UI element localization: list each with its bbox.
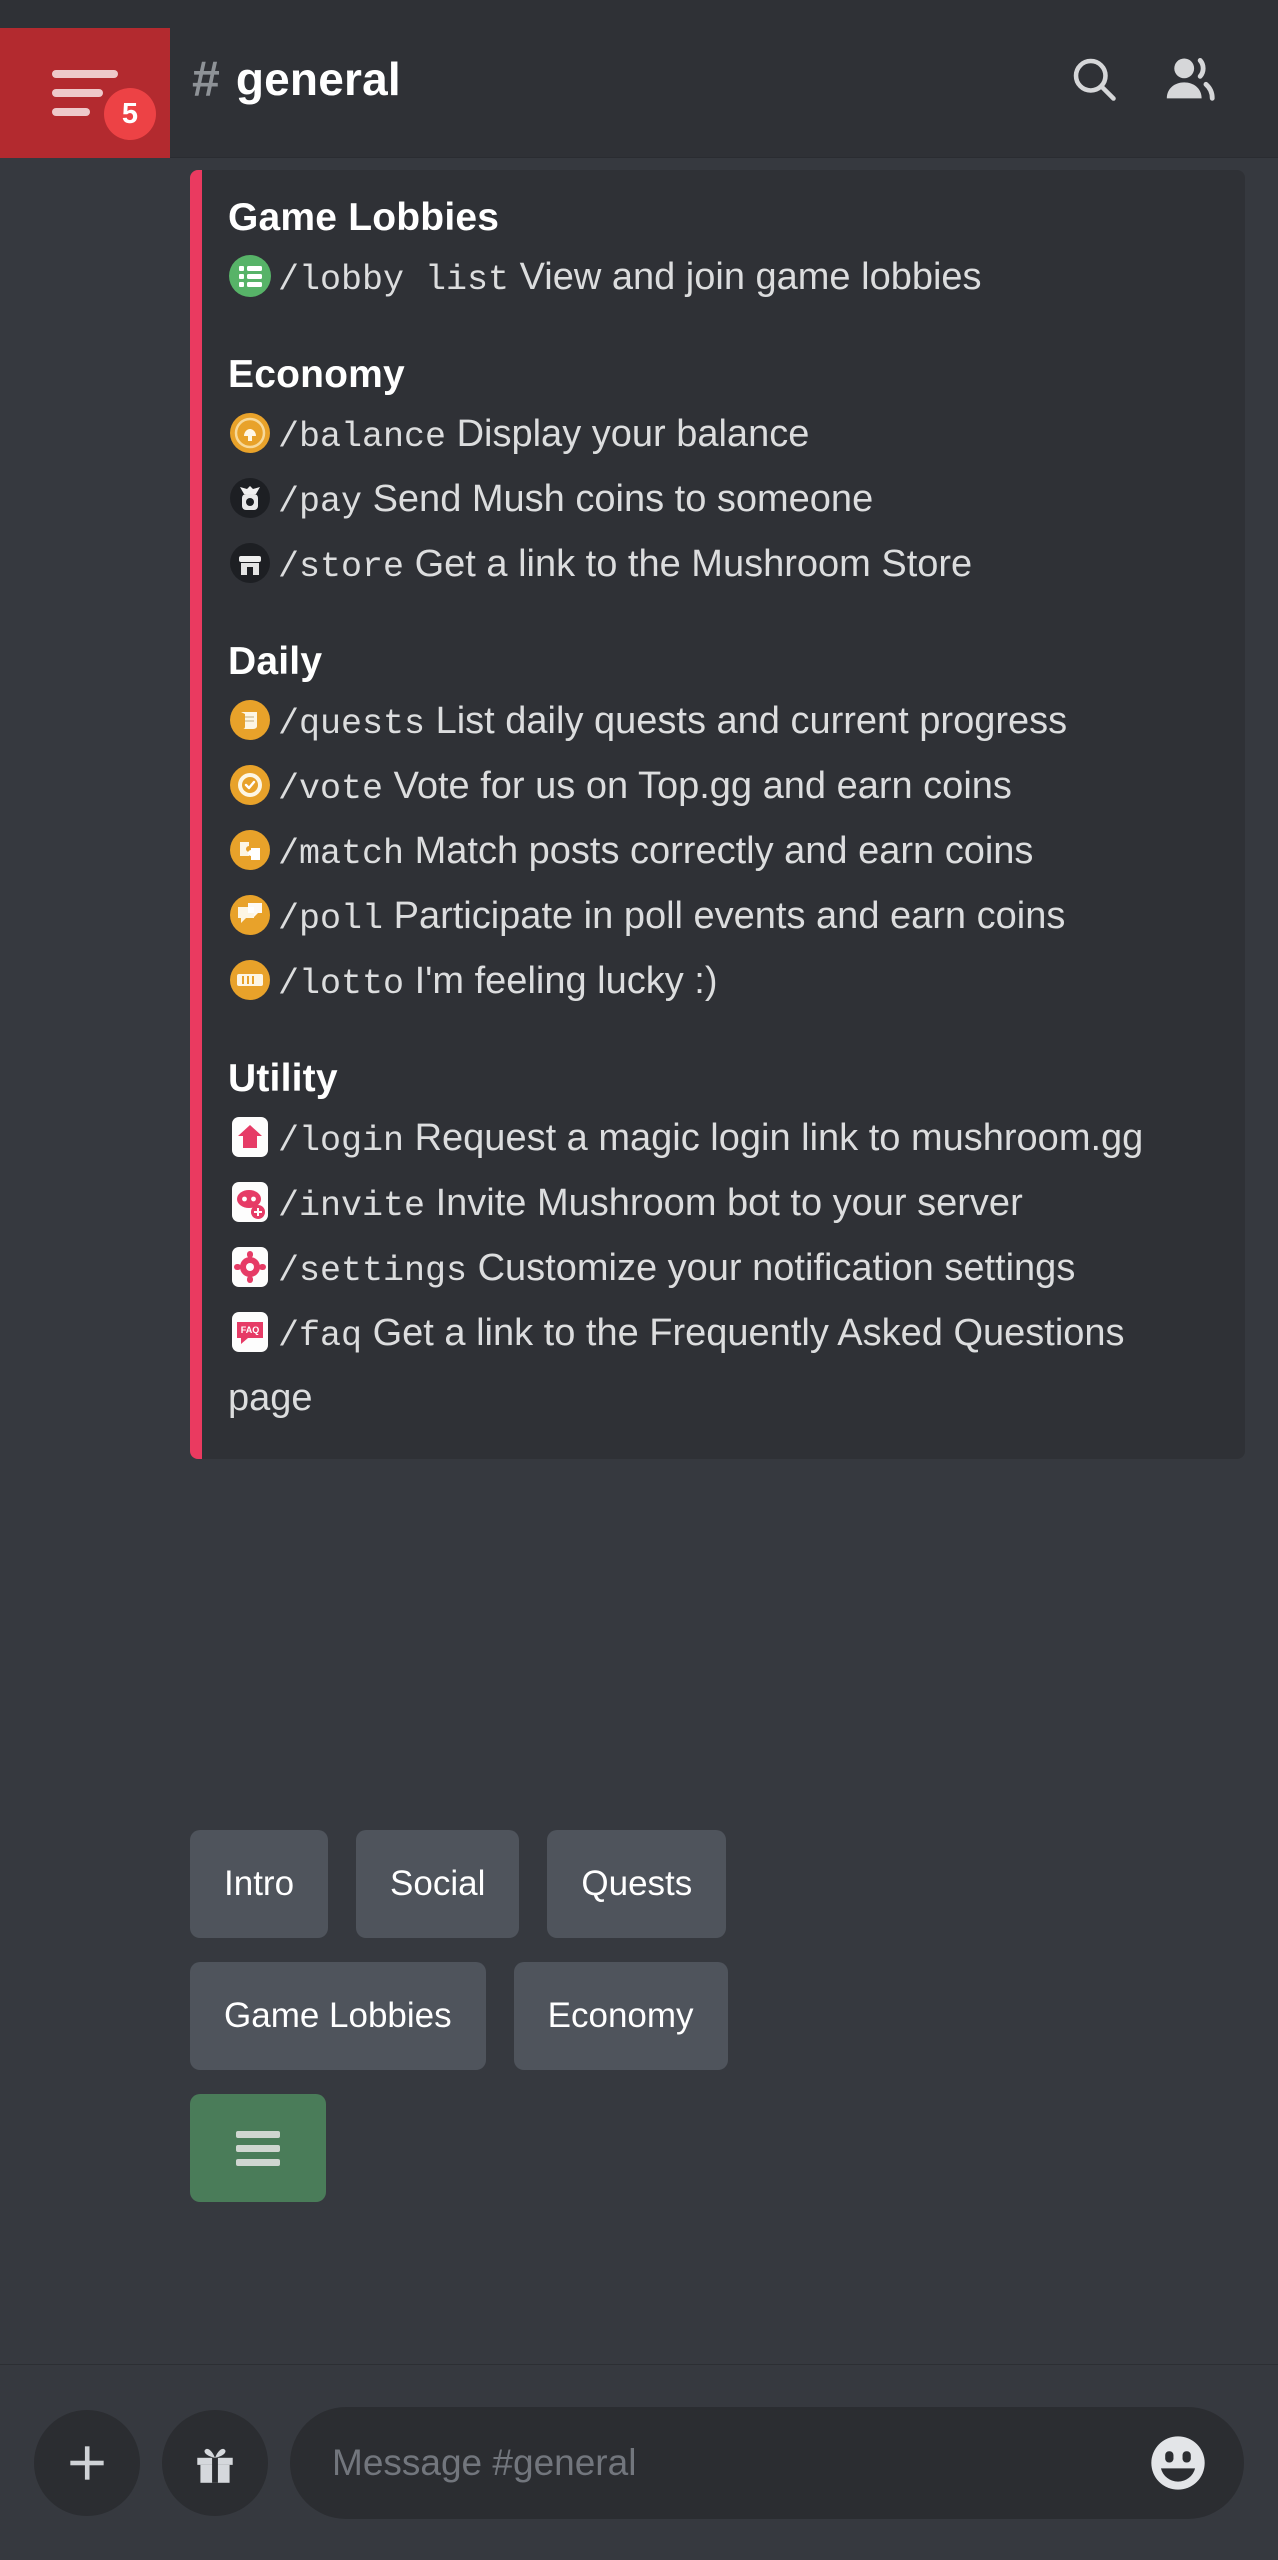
command-name: /lobby list — [278, 260, 509, 300]
message-components: Intro Social Quests Game Lobbies Economy — [190, 1830, 1250, 2226]
component-button-quests[interactable]: Quests — [547, 1830, 726, 1938]
embed-field-title: Game Lobbies — [228, 196, 1217, 240]
command-description: Display your balance — [457, 413, 810, 455]
embed-field-title: Utility — [228, 1057, 1217, 1101]
hamburger-menu-icon — [236, 2131, 280, 2166]
component-row-3 — [190, 2094, 1250, 2202]
message-input-wrapper[interactable] — [290, 2407, 1244, 2519]
command-description: Get a link to the Mushroom Store — [415, 543, 973, 585]
command-description: Customize your notification settings — [478, 1247, 1076, 1289]
embed-field-title: Economy — [228, 353, 1217, 397]
gift-button[interactable] — [162, 2410, 268, 2516]
embed-command-row: FAQ /faq Get a link to the Frequently As… — [228, 1302, 1217, 1429]
search-icon — [1068, 53, 1120, 105]
page-title: general — [236, 52, 401, 106]
command-description: Invite Mushroom bot to your server — [436, 1182, 1023, 1224]
component-row-2: Game Lobbies Economy — [190, 1962, 1250, 2070]
embed-command-row: /login Request a magic login link to mus… — [228, 1107, 1217, 1172]
command-name: /settings — [278, 1251, 467, 1291]
embed-command-row: /invite Invite Mushroom bot to your serv… — [228, 1172, 1217, 1237]
add-attachment-button[interactable] — [34, 2410, 140, 2516]
list-clipboard-icon — [228, 254, 272, 298]
embed-section-daily: Daily /quests List daily quests and curr… — [228, 640, 1217, 1015]
command-name: /vote — [278, 769, 383, 809]
component-button-game-lobbies[interactable]: Game Lobbies — [190, 1962, 486, 2070]
embed-command-row: /quests List daily quests and current pr… — [228, 690, 1217, 755]
svg-text:FAQ: FAQ — [241, 1325, 260, 1335]
puzzle-icon — [228, 828, 272, 872]
coin-icon — [228, 411, 272, 455]
embed-section-utility: Utility /login Request a magic login lin… — [228, 1057, 1217, 1429]
command-name: /login — [278, 1121, 404, 1161]
channel-hash-icon: # — [192, 54, 220, 104]
house-icon — [228, 1115, 272, 1159]
ticket-icon — [228, 958, 272, 1002]
embed-command-row: /match Match posts correctly and earn co… — [228, 820, 1217, 885]
command-name: /poll — [278, 899, 383, 939]
message-input[interactable] — [332, 2442, 1142, 2484]
gear-icon — [228, 1245, 272, 1289]
command-name: /quests — [278, 704, 425, 744]
embed-command-row: /lotto I'm feeling lucky :) — [228, 950, 1217, 1015]
command-description: Participate in poll events and earn coin… — [394, 895, 1066, 937]
unread-badge: 5 — [104, 88, 156, 140]
command-name: /lotto — [278, 964, 404, 1004]
open-sidebar-button[interactable]: 5 — [0, 28, 170, 158]
embed-section-economy: Economy /balance Display your balance /p… — [228, 353, 1217, 598]
faq-bubble-icon: FAQ — [228, 1310, 272, 1354]
emoji-picker-button[interactable] — [1142, 2427, 1214, 2499]
embed-command-row: /store Get a link to the Mushroom Store — [228, 533, 1217, 598]
command-description: Request a magic login link to mushroom.g… — [415, 1117, 1144, 1159]
component-button-intro[interactable]: Intro — [190, 1830, 328, 1938]
smiley-face-icon — [1146, 2431, 1210, 2495]
embed-command-row: /balance Display your balance — [228, 403, 1217, 468]
embed-command-row: /lobby list View and join game lobbies — [228, 246, 1217, 311]
command-description: I'm feeling lucky :) — [415, 960, 718, 1002]
message-list[interactable]: Game Lobbies /lobby list View and join g… — [0, 158, 1278, 2364]
component-row-1: Intro Social Quests — [190, 1830, 1250, 1938]
discord-add-icon — [228, 1180, 272, 1224]
speech-bubbles-icon — [228, 893, 272, 937]
plus-icon — [62, 2438, 112, 2488]
scroll-icon — [228, 698, 272, 742]
bot-command-embed: Game Lobbies /lobby list View and join g… — [190, 170, 1245, 1459]
search-button[interactable] — [1046, 31, 1142, 127]
embed-field-title: Daily — [228, 640, 1217, 684]
embed-command-row: /settings Customize your notification se… — [228, 1237, 1217, 1302]
embed-section-game-lobbies: Game Lobbies /lobby list View and join g… — [228, 196, 1217, 311]
embed-command-row: /pay Send Mush coins to someone — [228, 468, 1217, 533]
embed-command-row: /poll Participate in poll events and ear… — [228, 885, 1217, 950]
message-composer — [0, 2364, 1278, 2560]
command-name: /invite — [278, 1186, 425, 1226]
command-name: /balance — [278, 417, 446, 457]
command-name: /pay — [278, 482, 362, 522]
money-bag-icon — [228, 476, 272, 520]
members-icon — [1161, 50, 1219, 108]
gift-icon — [190, 2438, 240, 2488]
members-button[interactable] — [1142, 31, 1238, 127]
command-name: /store — [278, 547, 404, 587]
channel-header: 5 # general — [0, 0, 1278, 158]
command-description: Vote for us on Top.gg and earn coins — [394, 765, 1012, 807]
component-button-social[interactable]: Social — [356, 1830, 519, 1938]
command-description: List daily quests and current progress — [436, 700, 1068, 742]
store-icon — [228, 541, 272, 585]
command-name: /match — [278, 834, 404, 874]
component-button-economy[interactable]: Economy — [514, 1962, 728, 2070]
embed-command-row: /vote Vote for us on Top.gg and earn coi… — [228, 755, 1217, 820]
command-description: Send Mush coins to someone — [373, 478, 874, 520]
command-name: /faq — [278, 1316, 362, 1356]
command-description: Match posts correctly and earn coins — [415, 830, 1034, 872]
command-description: View and join game lobbies — [520, 256, 982, 298]
badge-icon — [228, 763, 272, 807]
command-description: Get a link to the Frequently Asked Quest… — [228, 1312, 1125, 1419]
component-button-menu[interactable] — [190, 2094, 326, 2202]
